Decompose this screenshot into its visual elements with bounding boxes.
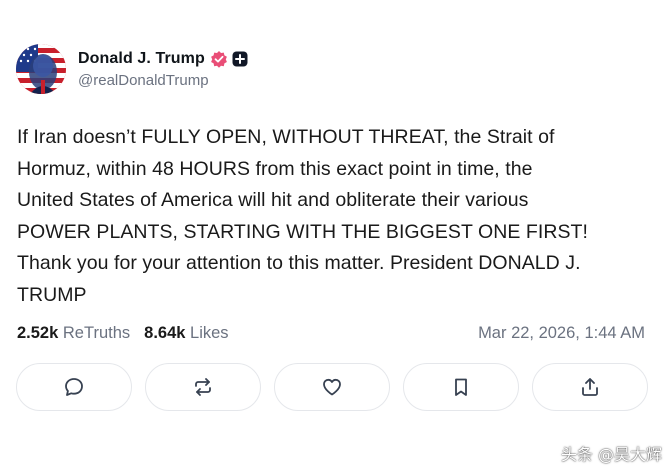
author-name-row: Donald J. Trump (78, 48, 248, 70)
post-timestamp[interactable]: Mar 22, 2026, 1:44 AM (478, 324, 645, 343)
post-body-line: United States of America will hit and ob… (17, 189, 529, 211)
share-upload-icon (582, 378, 598, 396)
retruth-button[interactable] (145, 363, 261, 411)
retruths-label: ReTruths (62, 323, 131, 342)
heart-icon (323, 378, 341, 396)
like-button[interactable] (274, 363, 390, 411)
plus-badge-icon (232, 51, 248, 67)
likes-count: 8.64k (144, 323, 186, 342)
avatar[interactable] (16, 44, 66, 94)
verified-check-icon (210, 50, 228, 68)
likes-label: Likes (190, 323, 229, 342)
post-body-line: Thank you for your attention to this mat… (17, 252, 581, 274)
post-body-line: TRUMP (17, 283, 87, 306)
share-button[interactable] (532, 363, 648, 411)
reply-button[interactable] (16, 363, 132, 411)
author-display-name[interactable]: Donald J. Trump (78, 50, 205, 68)
post-body-line: If Iran doesn’t FULLY OPEN, WITHOUT THRE… (17, 126, 555, 148)
post-body-line: Hormuz, within 48 HOURS from this exact … (17, 157, 533, 180)
watermark: 头条 @昊大辉 (560, 445, 662, 464)
likes-stat[interactable]: 8.64k Likes (144, 324, 228, 343)
avatar-image (16, 44, 66, 94)
bookmark-icon (455, 378, 467, 396)
retruths-count: 2.52k (17, 323, 59, 342)
retruths-stat[interactable]: 2.52k ReTruths (17, 324, 130, 343)
post-actions (16, 363, 648, 413)
post-body: If Iran doesn’t FULLY OPEN, WITHOUT THRE… (17, 122, 647, 311)
retruth-arrows-icon (195, 378, 211, 396)
author-info: Donald J. Trump @realDonaldTrump (78, 48, 248, 89)
post-body-line: POWER PLANTS, STARTING WITH THE BIGGEST … (17, 220, 588, 243)
post-stats: 2.52k ReTruths 8.64k Likes Mar 22, 2026,… (17, 320, 645, 346)
author-handle[interactable]: @realDonaldTrump (78, 72, 248, 89)
bookmark-button[interactable] (403, 363, 519, 411)
reply-bubble-icon (65, 378, 83, 396)
truth-post: Donald J. Trump @realDonaldTrump If Iran… (0, 0, 668, 475)
